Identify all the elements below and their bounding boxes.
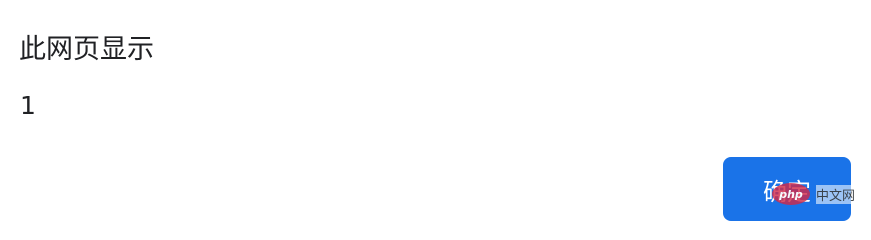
alert-dialog: 此网页显示 1 确定 php 中文网 bbox=[0, 0, 871, 228]
dialog-message: 1 bbox=[20, 91, 36, 120]
ok-button[interactable]: 确定 bbox=[723, 157, 851, 221]
dialog-title: 此网页显示 bbox=[19, 34, 154, 65]
